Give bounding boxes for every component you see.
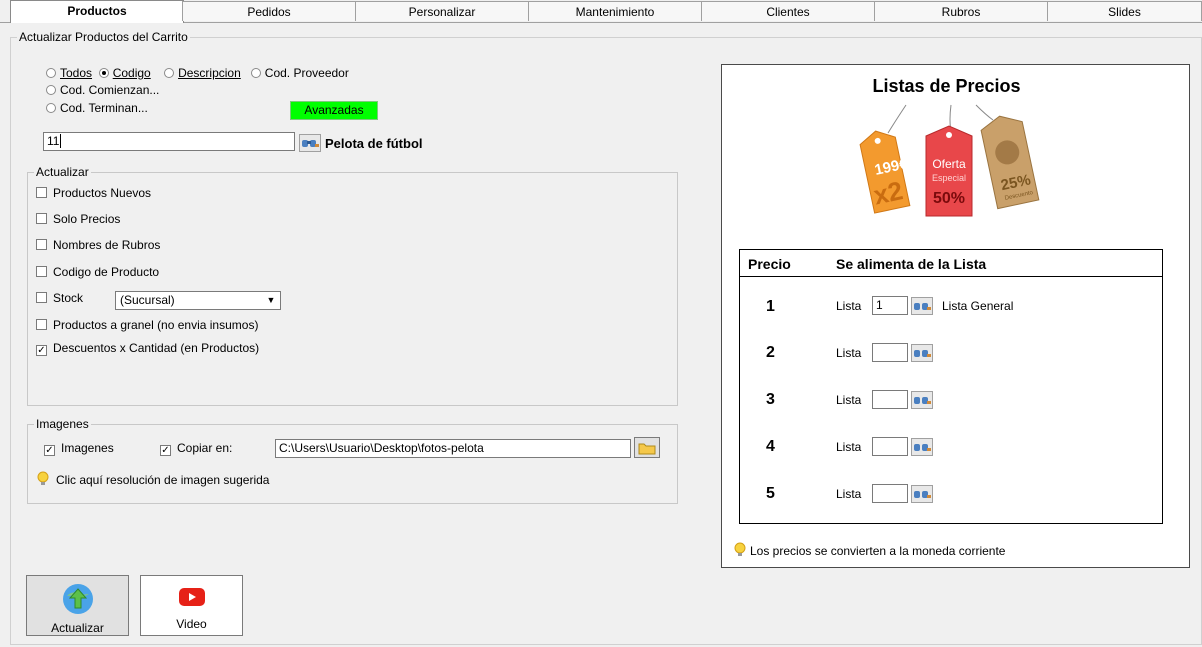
row-lista-label: Lista (836, 440, 862, 454)
lightbulb-icon (734, 542, 746, 556)
chk-productos-nuevos[interactable]: Productos Nuevos (36, 186, 151, 200)
chk-stock[interactable]: Stock (36, 291, 83, 305)
radio-cod-terminan[interactable]: Cod. Terminan... (46, 101, 148, 115)
codigo-input[interactable]: 11 (43, 132, 295, 151)
radio-row-1: Todos Codigo Descripcion Cod. Proveedor (46, 66, 349, 80)
chk-imagenes[interactable]: ✓ Imagenes (44, 441, 114, 456)
globe-upload-icon (62, 584, 93, 614)
tab-mantenimiento[interactable]: Mantenimiento (528, 1, 702, 21)
video-button[interactable]: Video (140, 575, 243, 636)
chk-nombres-rubros[interactable]: Nombres de Rubros (36, 238, 160, 252)
row-lista-input[interactable] (872, 390, 908, 409)
browse-folder-button[interactable] (634, 437, 660, 458)
tag-red-top: Oferta (932, 157, 966, 171)
row-lista-label: Lista (836, 487, 862, 501)
currency-note: Los precios se convierten a la moneda co… (733, 542, 1005, 558)
imagenes-legend: Imagenes (34, 417, 91, 431)
imagenes-group: Imagenes (27, 417, 678, 504)
stock-sucursal-select[interactable]: (Sucursal) ▼ (115, 291, 281, 310)
chk-solo-precios[interactable]: Solo Precios (36, 212, 120, 226)
row-lista-name: Lista General (942, 299, 1014, 313)
tab-bar: Productos Pedidos Personalizar Mantenimi… (0, 0, 1202, 23)
tab-productos[interactable]: Productos (10, 0, 184, 23)
row-lista-label: Lista (836, 393, 862, 407)
row-lista-search-button[interactable] (911, 344, 933, 362)
lightbulb-icon (37, 471, 49, 485)
radio-codigo[interactable]: Codigo (98, 66, 151, 80)
radio-cod-comienzan[interactable]: Cod. Comienzan... (46, 83, 159, 97)
row-precio-number: 1 (766, 298, 775, 315)
tab-slides[interactable]: Slides (1047, 1, 1202, 21)
binoculars-icon (914, 491, 931, 498)
row-precio-number: 2 (766, 344, 775, 361)
actualizar-label: Actualizar (51, 621, 104, 635)
radio-descripcion[interactable]: Descripcion (164, 66, 241, 80)
chk-copiar-en[interactable]: ✓ Copiar en: (160, 441, 232, 456)
chk-descuentos-cantidad[interactable]: ✓ Descuentos x Cantidad (en Productos) (36, 341, 259, 356)
video-label: Video (176, 617, 207, 631)
tag-red-mid: Especial (932, 173, 966, 183)
tag-red-bottom: 50% (933, 190, 965, 207)
row-lista-input[interactable] (872, 343, 908, 362)
chevron-down-icon: ▼ (266, 295, 276, 305)
search-product-button[interactable] (299, 134, 321, 152)
tag-orange-bottom: x2 (871, 175, 906, 210)
price-tags-illustration: 199€ x2 Oferta Especial 50% 25% Descuent… (859, 104, 1040, 217)
chk-codigo-producto[interactable]: Codigo de Producto (36, 265, 159, 279)
row-lista-search-button[interactable] (911, 297, 933, 315)
row-lista-search-button[interactable] (911, 391, 933, 409)
group-title: Actualizar Productos del Carrito (17, 30, 190, 44)
actualizar-button[interactable]: Actualizar (26, 575, 129, 636)
price-table (739, 249, 1163, 524)
binoculars-icon (914, 444, 931, 451)
price-lists-title: Listas de Precios (872, 76, 1021, 96)
table-header-divider (739, 276, 1163, 277)
binoculars-icon (914, 350, 931, 357)
row-lista-label: Lista (836, 346, 862, 360)
binoculars-icon (302, 140, 319, 147)
row-lista-input[interactable]: 1 (872, 296, 908, 315)
row-lista-input[interactable] (872, 484, 908, 503)
row-precio-number: 3 (766, 391, 775, 408)
image-resolution-hint[interactable]: Clic aquí resolución de imagen sugerida (36, 471, 269, 487)
chk-productos-granel[interactable]: Productos a granel (no envia insumos) (36, 318, 258, 332)
actualizar-group: Actualizar (27, 165, 678, 406)
row-precio-number: 4 (766, 438, 775, 455)
actualizar-legend: Actualizar (34, 165, 91, 179)
row-lista-label: Lista (836, 299, 862, 313)
tab-clientes[interactable]: Clientes (701, 1, 875, 21)
row-precio-number: 5 (766, 485, 775, 502)
binoculars-icon (914, 397, 931, 404)
row-lista-search-button[interactable] (911, 485, 933, 503)
col-header-precio: Precio (748, 256, 791, 272)
col-header-lista: Se alimenta de la Lista (836, 256, 987, 272)
binoculars-icon (914, 303, 931, 310)
tab-rubros[interactable]: Rubros (874, 1, 1048, 21)
tab-personalizar[interactable]: Personalizar (355, 1, 529, 21)
row-lista-input[interactable] (872, 437, 908, 456)
radio-todos[interactable]: Todos (46, 66, 92, 80)
image-path-input[interactable]: C:\Users\Usuario\Desktop\fotos-pelota (275, 439, 631, 458)
play-video-icon (178, 588, 205, 606)
row-lista-search-button[interactable] (911, 438, 933, 456)
avanzadas-button[interactable]: Avanzadas (290, 101, 378, 120)
folder-icon (638, 443, 656, 455)
tab-pedidos[interactable]: Pedidos (182, 1, 356, 21)
product-name-label: Pelota de fútbol (325, 136, 423, 151)
radio-cod-proveedor[interactable]: Cod. Proveedor (250, 66, 349, 80)
